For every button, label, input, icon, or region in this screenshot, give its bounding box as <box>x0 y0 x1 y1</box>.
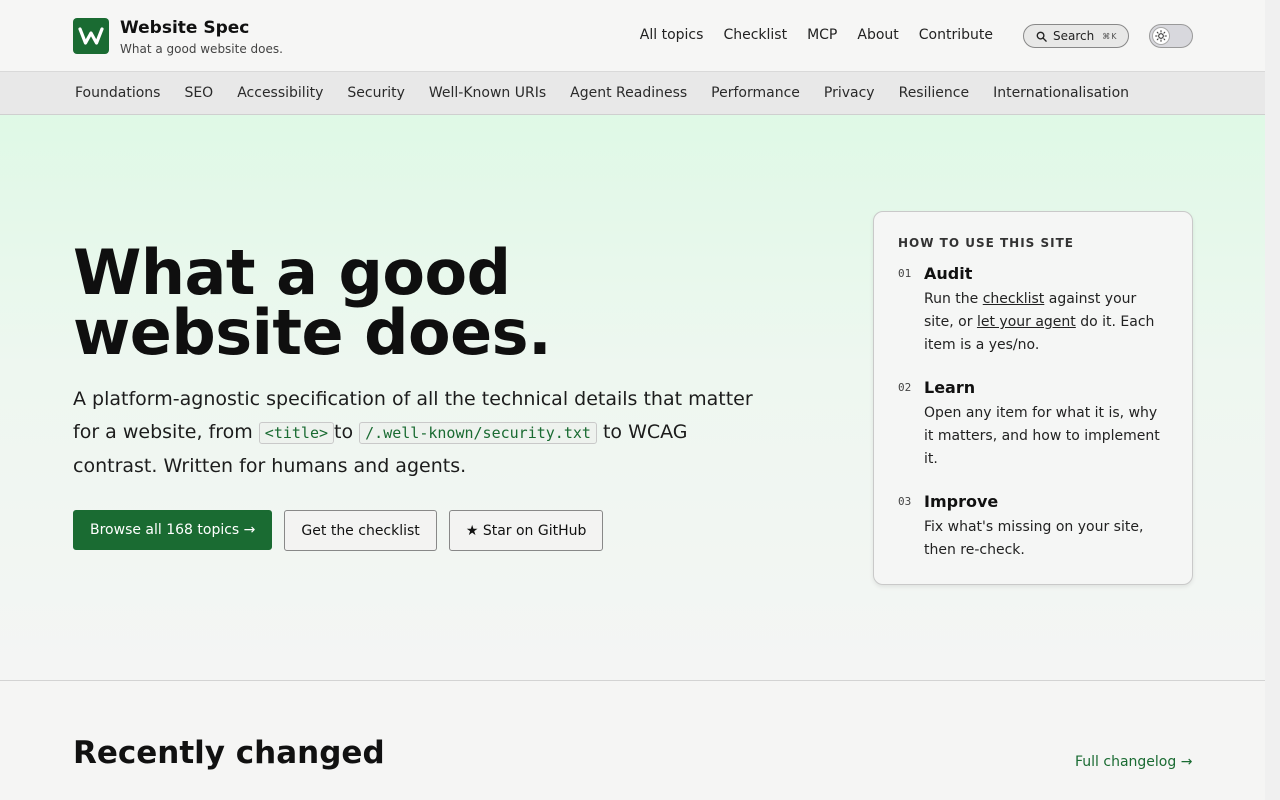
top-nav: All topics Checklist MCP About Contribut… <box>630 24 1003 46</box>
category-foundations[interactable]: Foundations <box>63 83 172 103</box>
checklist-link[interactable]: checklist <box>983 291 1045 307</box>
step-text-part: Run the <box>924 291 983 307</box>
topnav-contribute[interactable]: Contribute <box>909 24 1003 46</box>
hero-title: What a good website does. <box>73 242 633 364</box>
step-text: Open any item for what it is, why it mat… <box>924 405 1160 467</box>
category-seo[interactable]: SEO <box>172 83 225 103</box>
get-checklist-button[interactable]: Get the checklist <box>284 510 437 551</box>
brand-name: Website Spec <box>120 18 250 38</box>
topnav-checklist[interactable]: Checklist <box>713 24 797 46</box>
hero-subtitle-part2: to <box>334 421 360 443</box>
site-header: Website Spec What a good website does. A… <box>0 0 1265 72</box>
step-improve: 03 Improve Fix what's missing on your si… <box>898 492 1168 562</box>
topnav-all-topics[interactable]: All topics <box>630 24 714 46</box>
search-button[interactable]: Search ⌘K <box>1023 24 1129 48</box>
hero-title-line2: website does. <box>73 296 552 369</box>
search-label: Search <box>1053 29 1095 43</box>
step-number: 02 <box>898 381 912 394</box>
hero-section: What a good website does. A platform-agn… <box>0 115 1265 681</box>
brand-tagline: What a good website does. <box>120 42 283 56</box>
topnav-about[interactable]: About <box>847 24 908 46</box>
sun-icon <box>1152 27 1170 45</box>
how-to-heading: HOW TO USE THIS SITE <box>898 236 1074 250</box>
step-title: Audit <box>924 264 973 283</box>
category-performance[interactable]: Performance <box>699 83 812 103</box>
w-logo-icon <box>73 18 109 54</box>
search-shortcut: ⌘K <box>1102 31 1118 41</box>
category-agent-readiness[interactable]: Agent Readiness <box>558 83 699 103</box>
how-to-card: HOW TO USE THIS SITE 01 Audit Run the ch… <box>873 211 1193 585</box>
step-title: Improve <box>924 492 999 511</box>
category-resilience[interactable]: Resilience <box>887 83 981 103</box>
scrollbar-track[interactable] <box>1265 0 1280 800</box>
category-security[interactable]: Security <box>335 83 417 103</box>
step-learn: 02 Learn Open any item for what it is, w… <box>898 378 1168 471</box>
category-internationalisation[interactable]: Internationalisation <box>981 83 1141 103</box>
category-well-known-uris[interactable]: Well-Known URIs <box>417 83 558 103</box>
category-nav: Foundations SEO Accessibility Security W… <box>0 72 1265 115</box>
code-security-txt: /.well-known/security.txt <box>359 422 597 444</box>
step-number: 03 <box>898 495 912 508</box>
cta-row: Browse all 168 topics → Get the checklis… <box>73 510 604 551</box>
topnav-mcp[interactable]: MCP <box>797 24 847 46</box>
star-github-button[interactable]: ★ Star on GitHub <box>448 510 604 551</box>
recently-changed-heading: Recently changed <box>73 735 385 771</box>
search-icon <box>1036 31 1047 42</box>
step-text: Run the checklist against your site, or … <box>924 288 1168 357</box>
full-changelog-link[interactable]: Full changelog → <box>1075 754 1192 770</box>
step-number: 01 <box>898 267 912 280</box>
category-accessibility[interactable]: Accessibility <box>225 83 335 103</box>
code-title-tag: <title> <box>258 422 335 444</box>
brand-home-link[interactable]: Website Spec What a good website does. <box>73 18 283 57</box>
browse-topics-button[interactable]: Browse all 168 topics → <box>73 510 273 550</box>
theme-toggle[interactable] <box>1149 24 1193 48</box>
step-audit: 01 Audit Run the checklist against your … <box>898 264 1168 357</box>
step-title: Learn <box>924 378 976 397</box>
let-your-agent-link[interactable]: let your agent <box>977 314 1076 330</box>
step-text: Fix what's missing on your site, then re… <box>924 519 1144 558</box>
category-privacy[interactable]: Privacy <box>812 83 887 103</box>
hero-subtitle: A platform-agnostic specification of all… <box>73 383 753 483</box>
